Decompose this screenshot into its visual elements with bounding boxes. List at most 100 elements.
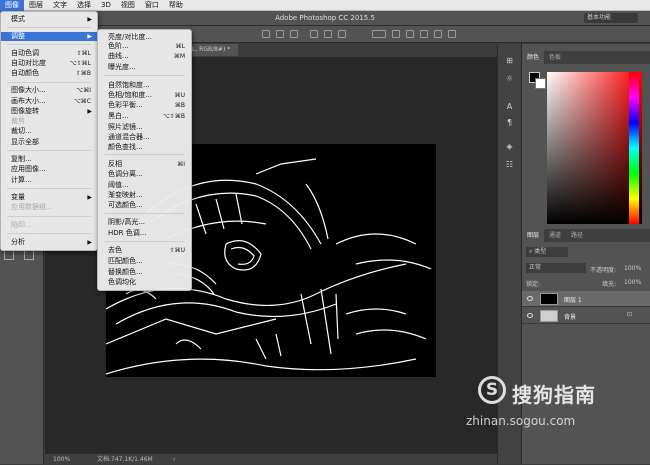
scale-icon[interactable] [448, 30, 456, 38]
adjust-menu-item[interactable]: 色相/饱和度... ⌘U [98, 91, 191, 100]
image-menu: 模式 ▶ 调整 ▶ 自动色调 ⇧⌘L 自动对比度 ⌥⇧⌘L 自动颜色 ⇧⌘B 图像大小... ⌥⌘I 画… [0, 11, 98, 251]
pan-icon[interactable] [420, 30, 428, 38]
image-menu-item[interactable]: 裁切... [1, 127, 97, 136]
distribute-top-icon[interactable] [310, 30, 318, 38]
eye-icon[interactable] [527, 313, 533, 318]
adjust-menu-item[interactable]: 颜色查找... [98, 143, 191, 152]
adjust-icon[interactable]: ☼ [505, 74, 514, 83]
menu-view[interactable]: 视图 [116, 0, 140, 11]
menu-layer[interactable]: 图层 [24, 0, 48, 11]
adjust-menu-item[interactable]: 可选颜色... [98, 201, 191, 210]
image-menu-item[interactable]: 分析 ▶ [1, 238, 97, 247]
layer-row[interactable]: 背景 ⊡ [522, 308, 650, 324]
adjust-menu-item-label: 阴影/高光... [108, 218, 146, 226]
adjust-menu-item[interactable]: 曲线... ⌘M [98, 52, 191, 61]
status-arrow-icon[interactable]: › [173, 454, 175, 465]
character-icon[interactable]: A [505, 102, 514, 111]
distribute-bottom-icon[interactable] [338, 30, 346, 38]
3d-icon[interactable]: ◈ [505, 142, 514, 151]
adjust-menu-item[interactable]: 黑白... ⌥⇧⌘B [98, 112, 191, 121]
tab-channels[interactable]: 通道 [544, 229, 566, 242]
orbit-icon[interactable] [392, 30, 400, 38]
document-tab[interactable]: L, RGB/8#) * [188, 44, 238, 56]
adjust-menu-item-label: 颜色查找... [108, 143, 143, 151]
menu-help[interactable]: 帮助 [164, 0, 188, 11]
tab-swatches[interactable]: 色板 [544, 51, 566, 64]
align-center-icon[interactable] [276, 30, 284, 38]
menu-separator [7, 216, 91, 217]
image-menu-item[interactable]: 自动颜色 ⇧⌘B [1, 69, 97, 78]
workspace-select[interactable]: 基本功能 [584, 13, 638, 23]
layer-row[interactable]: 图层 1 [522, 291, 650, 307]
image-menu-item[interactable]: 画布大小... ⌥⌘C [1, 97, 97, 106]
fill-input[interactable]: 100% [624, 279, 641, 286]
menu-separator [7, 44, 91, 45]
color-field[interactable] [547, 72, 642, 224]
image-menu-item[interactable]: 复制... [1, 155, 97, 164]
paragraph-icon[interactable]: ¶ [505, 118, 514, 127]
align-left-icon[interactable] [262, 30, 270, 38]
menu-window[interactable]: 窗口 [140, 0, 164, 11]
menu-separator [7, 150, 91, 151]
adjust-menu-item[interactable]: 匹配颜色... [98, 257, 191, 266]
history-icon[interactable]: ⊞ [505, 56, 514, 65]
tab-paths[interactable]: 路径 [566, 229, 588, 242]
image-menu-item[interactable]: 显示全部 [1, 138, 97, 147]
adjust-menu-item[interactable]: 自然饱和度... [98, 81, 191, 90]
eye-icon[interactable] [527, 296, 533, 301]
image-menu-item[interactable]: 模式 ▶ [1, 15, 97, 24]
adjust-menu-item[interactable]: 反相 ⌘I [98, 160, 191, 169]
menu-3d[interactable]: 3D [96, 0, 116, 11]
quick-mask-icon[interactable] [4, 250, 14, 260]
image-menu-item[interactable]: 变量 ▶ [1, 193, 97, 202]
roll-icon[interactable] [406, 30, 414, 38]
menu-image[interactable]: 图像 [0, 0, 24, 11]
layer-filter-select[interactable]: ⌕ 类型 [526, 247, 568, 257]
image-menu-item-label: 计算... [11, 176, 32, 184]
background-color-swatch[interactable] [535, 78, 546, 89]
image-menu-item[interactable]: 自动对比度 ⌥⇧⌘L [1, 59, 97, 68]
adjust-menu-item[interactable]: 阈值... [98, 181, 191, 190]
image-menu-item[interactable]: 自动色调 ⇧⌘L [1, 49, 97, 58]
image-menu-item[interactable]: 图像旋转 ▶ [1, 107, 97, 116]
image-menu-item-label: 自动颜色 [11, 69, 39, 77]
slide-icon[interactable] [434, 30, 442, 38]
blend-mode-select[interactable]: 正常 [526, 263, 586, 273]
adjust-menu-item[interactable]: 替换颜色... [98, 268, 191, 277]
adjust-menu-item[interactable]: 去色 ⇧⌘U [98, 246, 191, 255]
image-menu-item[interactable]: 计算... [1, 176, 97, 185]
adjust-menu-item[interactable]: 渐变映射... [98, 191, 191, 200]
align-right-icon[interactable] [290, 30, 298, 38]
adjust-menu-item[interactable]: 照片滤镜... [98, 123, 191, 132]
sogou-logo: S [478, 376, 506, 404]
tab-color[interactable]: 颜色 [522, 51, 545, 64]
image-menu-item-label: 画布大小... [11, 97, 46, 105]
adjust-menu-item[interactable]: 色调均化 [98, 278, 191, 287]
opacity-input[interactable]: 100% [624, 265, 641, 272]
adjust-menu-item[interactable]: 色调分离... [98, 170, 191, 179]
adjust-menu-item[interactable]: HDR 色调... [98, 229, 191, 238]
image-menu-item[interactable]: 调整 ▶ [1, 32, 97, 41]
image-menu-item-label: 分析 [11, 238, 25, 246]
3d-mode-icon[interactable] [372, 30, 386, 38]
adjust-menu-item[interactable]: 色阶... ⌘L [98, 42, 191, 51]
adjust-menu-item[interactable]: 通道混合器... [98, 133, 191, 142]
adjust-menu-item[interactable]: 色彩平衡... ⌘B [98, 101, 191, 110]
adjust-menu-item[interactable]: 曝光度... [98, 63, 191, 72]
adjust-menu-item[interactable]: 亮度/对比度... [98, 33, 191, 42]
adjust-menu-item[interactable]: 阴影/高光... [98, 218, 191, 227]
image-menu-item[interactable]: 应用图像... [1, 165, 97, 174]
properties-icon[interactable]: ☷ [505, 160, 514, 169]
tab-layers[interactable]: 图层 [522, 229, 545, 242]
menu-select[interactable]: 选择 [72, 0, 96, 11]
lock-label: 锁定: [526, 281, 541, 288]
image-menu-item[interactable]: 图像大小... ⌥⌘I [1, 86, 97, 95]
adjust-menu-item-label: HDR 色调... [108, 229, 147, 237]
zoom-level[interactable]: 100% [53, 454, 70, 465]
document-info[interactable]: 文档:747.1K/1.46M [97, 454, 153, 465]
hue-slider[interactable] [629, 72, 639, 224]
screen-mode-icon[interactable] [24, 250, 34, 260]
layer-filter-label: 类型 [534, 248, 547, 255]
distribute-middle-icon[interactable] [324, 30, 332, 38]
menu-type[interactable]: 文字 [48, 0, 72, 11]
